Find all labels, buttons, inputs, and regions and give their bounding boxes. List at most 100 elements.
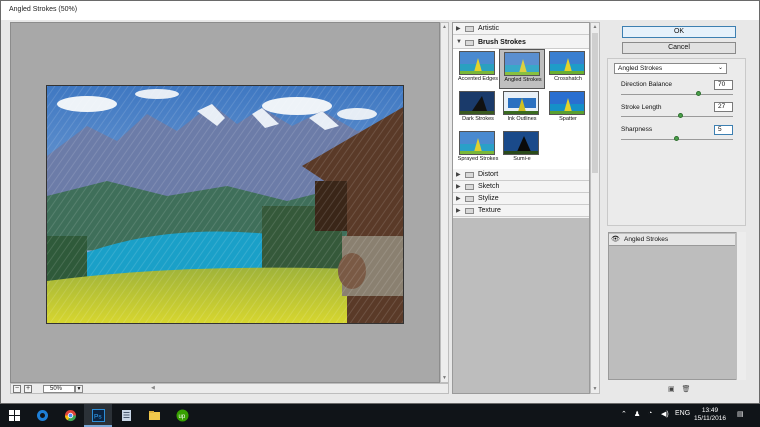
eye-icon[interactable]: 👁 xyxy=(611,236,620,243)
taskbar-upwork[interactable]: up xyxy=(168,404,196,427)
filter-thumb-spatter[interactable]: Spatter xyxy=(545,89,591,129)
zoom-in-button[interactable]: + xyxy=(24,385,32,393)
scroll-down-icon[interactable]: ▼ xyxy=(441,374,448,382)
system-clock[interactable]: 13:49 15/11/2016 xyxy=(693,407,727,423)
filter-thumb-dark-strokes[interactable]: Dark Strokes xyxy=(455,89,501,129)
new-effect-layer-icon[interactable]: ▣ xyxy=(668,386,675,393)
zoom-level-field[interactable]: 50% xyxy=(43,385,75,393)
show-hidden-icons[interactable]: ⌃ xyxy=(621,410,627,418)
notifications-icon[interactable]: ▤ xyxy=(737,410,744,418)
effect-layer-row[interactable]: 👁 Angled Strokes xyxy=(609,234,735,246)
thumbnail-image xyxy=(503,131,539,155)
category-sketch[interactable]: ▶ Sketch xyxy=(453,181,589,193)
sharpness-input[interactable]: 5 xyxy=(714,125,733,135)
category-label: Sketch xyxy=(478,183,500,190)
preview-image xyxy=(46,85,404,324)
windows-taskbar: Ps up ⌃ ♟ ◔ ◀) ENG 13:49 15/11/2016 ▤ xyxy=(0,404,760,427)
expand-arrow-icon[interactable]: ▶ xyxy=(456,183,461,190)
filter-thumb-sprayed-strokes[interactable]: Sprayed Strokes xyxy=(455,129,501,169)
volume-icon[interactable]: ◀) xyxy=(661,410,669,418)
chrome-browser-icon xyxy=(64,410,77,422)
zoom-dropdown-icon[interactable]: ▼ xyxy=(75,385,83,393)
thumbnail-label: Sprayed Strokes xyxy=(457,156,499,162)
svg-text:up: up xyxy=(179,414,186,420)
folder-icon xyxy=(465,184,474,190)
expand-arrow-icon[interactable]: ▶ xyxy=(456,171,461,178)
param-label-text: Stroke Length xyxy=(621,104,662,111)
filter-gallery-list: ▶ Artistic ▼ Brush Strokes Accented Edge… xyxy=(452,22,590,394)
layers-scrollbar[interactable] xyxy=(736,232,746,380)
sharpness-slider-knob[interactable] xyxy=(674,136,679,141)
landscape-photo xyxy=(47,86,403,323)
taskbar-app[interactable] xyxy=(112,404,140,427)
preview-canvas[interactable] xyxy=(10,22,440,383)
direction-balance-slider-track[interactable] xyxy=(621,94,733,95)
taskbar-photoshop[interactable]: Ps xyxy=(84,404,112,427)
taskbar-edge[interactable] xyxy=(28,404,56,427)
start-button[interactable] xyxy=(0,404,28,427)
category-stylize[interactable]: ▶ Stylize xyxy=(453,193,589,205)
zoom-out-button[interactable]: − xyxy=(13,385,21,393)
taskbar-chrome[interactable] xyxy=(56,404,84,427)
thumbnail-label: Dark Strokes xyxy=(462,116,494,122)
thumbnail-label: Sumi-e xyxy=(513,156,531,162)
scroll-up-icon[interactable]: ▲ xyxy=(441,23,448,31)
param-label-stroke-length: Stroke Length xyxy=(621,104,661,111)
stroke-length-slider-track[interactable] xyxy=(621,116,733,117)
thumbnail-image xyxy=(459,91,495,115)
category-distort[interactable]: ▶ Distort xyxy=(453,169,589,181)
taskbar-file-explorer[interactable] xyxy=(140,404,168,427)
filter-thumb-sumi-e[interactable]: Sumi-e xyxy=(499,129,545,169)
delete-effect-layer-icon[interactable]: 🗑 xyxy=(682,386,691,393)
effect-layers-panel xyxy=(608,232,746,380)
category-label: Artistic xyxy=(478,25,499,32)
gallery-empty-area xyxy=(453,218,589,393)
collapse-arrow-icon[interactable]: ▼ xyxy=(456,39,462,45)
thumbnail-image xyxy=(503,91,539,115)
category-artistic[interactable]: ▶ Artistic xyxy=(453,23,589,35)
param-label-text: Direction Balance xyxy=(621,81,672,88)
stroke-length-input[interactable]: 27 xyxy=(714,102,733,112)
preview-vertical-scrollbar[interactable]: ▲ ▼ xyxy=(440,22,449,383)
filter-thumb-accented-edges[interactable]: Accented Edges xyxy=(455,49,501,89)
thumbnail-label: Crosshatch xyxy=(554,76,582,82)
expand-arrow-icon[interactable]: ▶ xyxy=(456,195,461,202)
param-label-sharpness: Sharpness xyxy=(621,126,652,133)
category-brush-strokes[interactable]: ▼ Brush Strokes xyxy=(453,37,589,49)
layer-actions: ▣ 🗑 xyxy=(668,385,690,393)
category-label: Distort xyxy=(478,171,499,178)
photoshop-icon: Ps xyxy=(92,409,105,422)
category-label: Stylize xyxy=(478,195,499,202)
thumbnail-label: Spatter xyxy=(559,116,577,122)
brush-strokes-thumbnails: Accented Edges Angled Strokes Crosshatch… xyxy=(453,49,589,169)
filter-thumb-ink-outlines[interactable]: Ink Outlines xyxy=(499,89,545,129)
cancel-button[interactable]: Cancel xyxy=(622,42,736,54)
title-bar[interactable]: Angled Strokes (50%) xyxy=(1,1,759,20)
filter-select[interactable]: Angled Strokes ⌄ xyxy=(614,63,727,74)
thumbnail-image xyxy=(459,51,495,75)
filter-thumb-angled-strokes[interactable]: Angled Strokes xyxy=(499,49,545,89)
window-title: Angled Strokes (50%) xyxy=(9,6,78,13)
category-texture[interactable]: ▶ Texture xyxy=(453,205,589,217)
ok-button[interactable]: OK xyxy=(622,26,736,38)
folder-icon xyxy=(465,40,474,46)
chevron-down-icon: ⌄ xyxy=(717,65,723,71)
clock-time: 13:49 xyxy=(701,407,719,414)
thumbnail-image xyxy=(549,51,585,75)
filter-thumb-crosshatch[interactable]: Crosshatch xyxy=(545,49,591,89)
edge-browser-icon xyxy=(37,410,48,421)
wifi-icon[interactable]: ◔ xyxy=(648,410,652,417)
expand-arrow-icon[interactable]: ▶ xyxy=(456,25,461,32)
thumbnail-image xyxy=(549,91,585,115)
gallery-scrollbar[interactable]: ▲ ▼ xyxy=(590,22,600,394)
scroll-left-icon[interactable]: ◀ xyxy=(151,385,155,391)
tray-people-icon[interactable]: ♟ xyxy=(634,410,640,418)
scroll-thumb[interactable] xyxy=(592,33,598,173)
thumbnail-image xyxy=(504,52,540,76)
scroll-up-icon[interactable]: ▲ xyxy=(591,23,599,31)
expand-arrow-icon[interactable]: ▶ xyxy=(456,207,461,214)
scroll-down-icon[interactable]: ▼ xyxy=(591,385,599,393)
document-app-icon xyxy=(122,410,131,421)
direction-balance-input[interactable]: 70 xyxy=(714,80,733,90)
language-indicator[interactable]: ENG xyxy=(675,410,690,417)
